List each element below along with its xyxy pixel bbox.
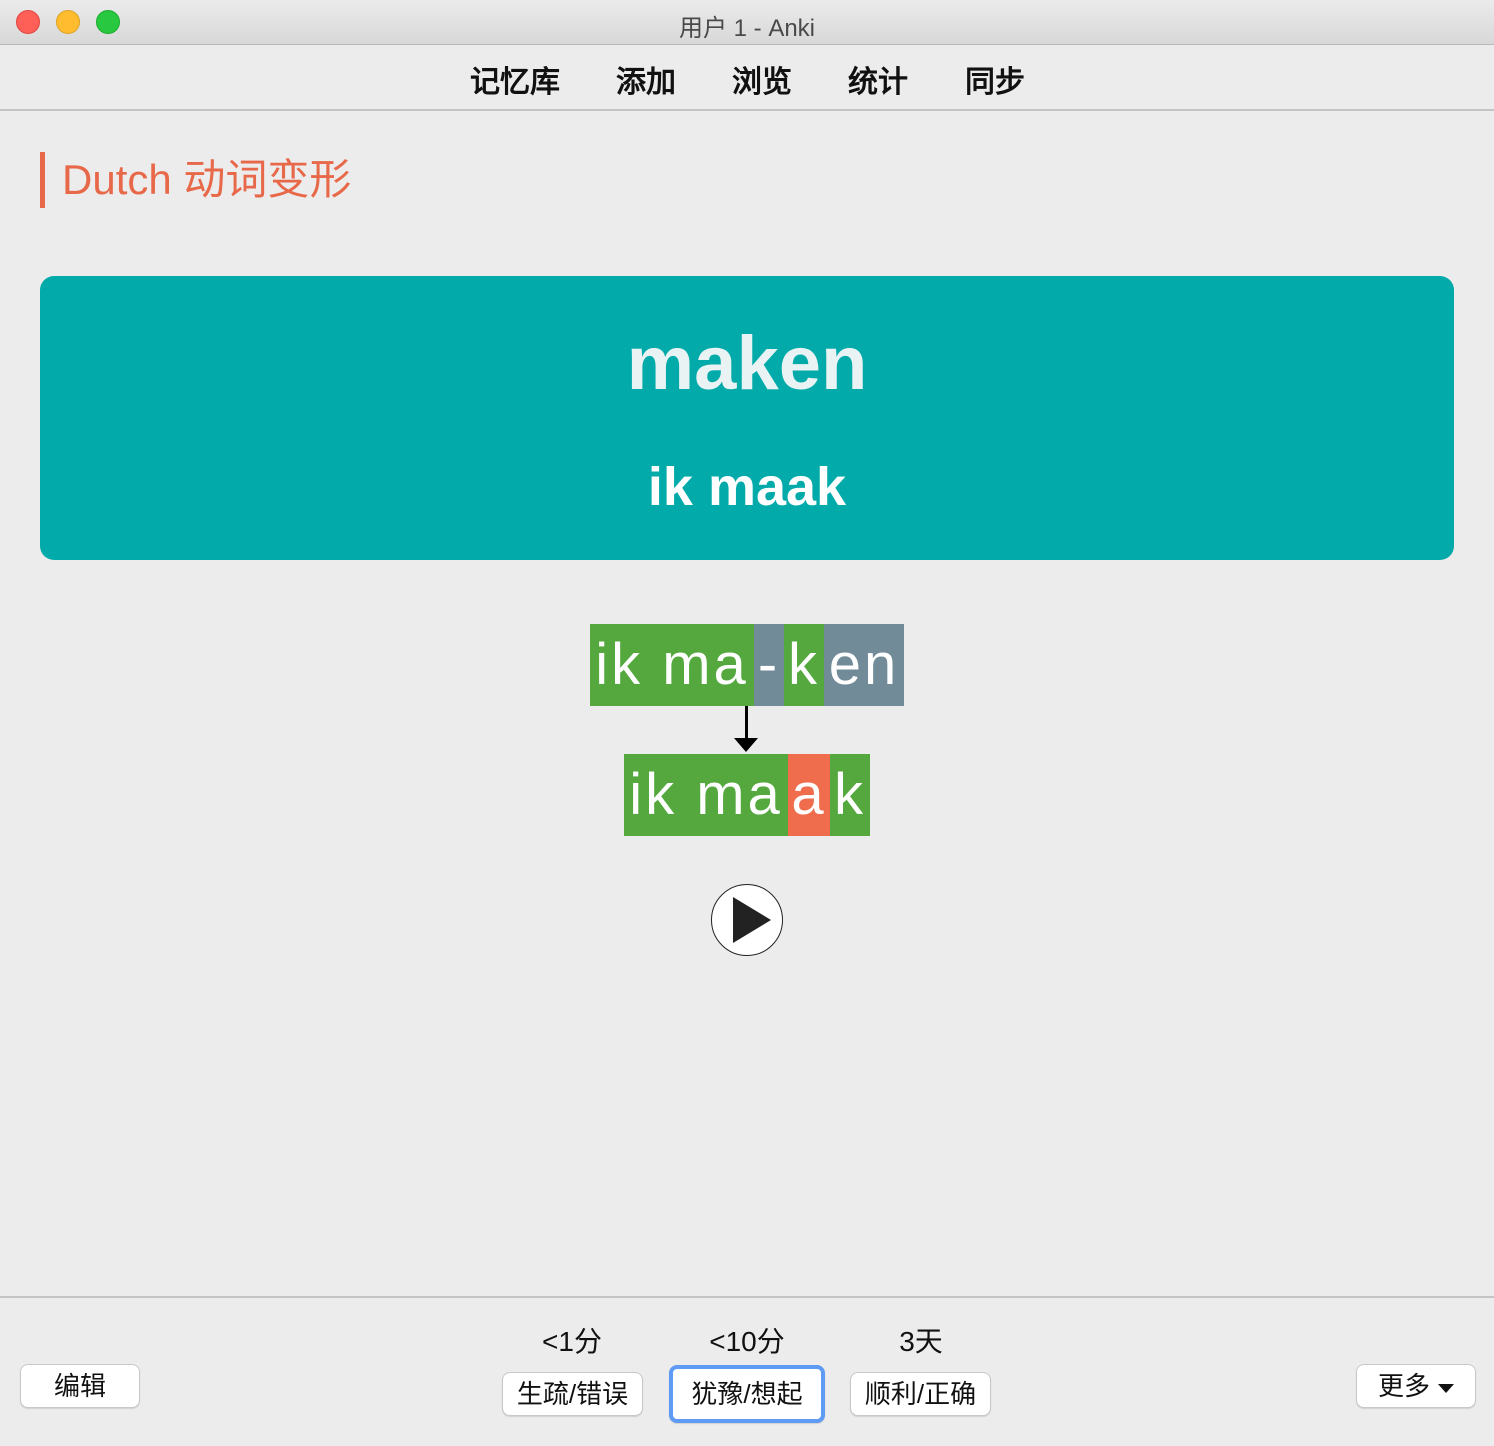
stem-segment: ik ma bbox=[624, 754, 788, 836]
doubled-vowel-segment: a bbox=[788, 754, 830, 836]
due-hard: <10分 bbox=[709, 1326, 785, 1357]
edit-button[interactable]: 编辑 bbox=[20, 1364, 140, 1408]
down-arrow-icon bbox=[745, 706, 748, 740]
card-front: maken ik maak bbox=[40, 276, 1454, 560]
more-button[interactable]: 更多 bbox=[1356, 1364, 1476, 1408]
syllable-separator: - bbox=[754, 624, 784, 706]
answer-again-button[interactable]: 生疏/错误 bbox=[502, 1372, 643, 1416]
answer-good-button[interactable]: 顺利/正确 bbox=[850, 1372, 991, 1416]
stem-segment: ik ma bbox=[590, 624, 754, 706]
card-conjugation: ik maak bbox=[647, 457, 847, 517]
review-bottom-bar: 编辑 <1分 <10分 3天 生疏/错误 犹豫/想起 顺利/正确 更多 bbox=[0, 1296, 1494, 1446]
main-toolbar: 记忆库 添加 浏览 统计 同步 bbox=[0, 45, 1494, 111]
consonant-segment: k bbox=[830, 754, 870, 836]
conjugated-breakdown: ik ma a k bbox=[624, 754, 870, 836]
consonant-segment: k bbox=[784, 624, 824, 706]
card-verb: maken bbox=[626, 321, 868, 406]
play-icon bbox=[733, 897, 771, 943]
ending-segment: en bbox=[824, 624, 904, 706]
toolbar-add[interactable]: 添加 bbox=[616, 57, 676, 101]
play-audio-button[interactable] bbox=[711, 884, 783, 956]
toolbar-sync[interactable]: 同步 bbox=[965, 57, 1025, 101]
toolbar-browse[interactable]: 浏览 bbox=[732, 57, 792, 101]
due-good: 3天 bbox=[899, 1326, 943, 1357]
arrow-head-icon bbox=[734, 738, 758, 752]
deck-title: Dutch 动词变形 bbox=[40, 152, 351, 208]
due-again: <1分 bbox=[542, 1326, 602, 1357]
more-label: 更多 bbox=[1377, 1371, 1430, 1401]
toolbar-decks[interactable]: 记忆库 bbox=[470, 57, 560, 101]
window-title: 用户 1 - Anki bbox=[678, 15, 816, 42]
answer-hard-button[interactable]: 犹豫/想起 bbox=[669, 1365, 825, 1423]
toolbar-stats[interactable]: 统计 bbox=[848, 57, 908, 101]
chevron-down-icon bbox=[1438, 1383, 1454, 1393]
infinitive-breakdown: ik ma - k en bbox=[590, 624, 904, 706]
title-bar: 用户 1 - Anki bbox=[0, 0, 1494, 45]
